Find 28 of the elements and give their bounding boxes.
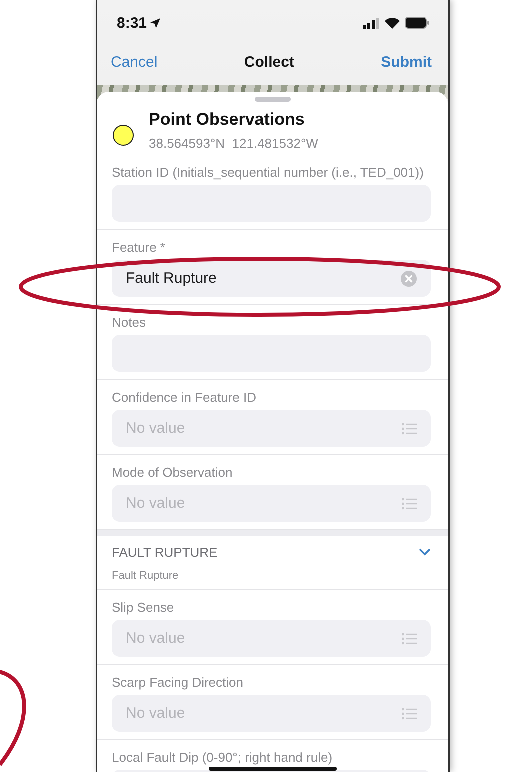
- layer-title: Point Observations: [149, 110, 306, 130]
- signal-icon: [363, 18, 380, 28]
- battery-icon: [405, 17, 430, 29]
- field-label: Notes: [112, 315, 146, 331]
- location-arrow-icon: [150, 18, 162, 28]
- field-label: Mode of Observation: [112, 465, 233, 481]
- clear-icon[interactable]: [401, 270, 417, 286]
- field-label: Local Fault Dip (0-90°; right hand rule): [112, 750, 333, 766]
- nav-title: Collect: [244, 54, 294, 71]
- submit-button[interactable]: Submit: [381, 54, 432, 71]
- list-icon: [402, 708, 417, 720]
- field-label: Feature *: [112, 240, 166, 256]
- section-title: FAULT RUPTURE: [112, 544, 218, 560]
- field-label: Scarp Facing Direction: [112, 675, 244, 691]
- cancel-button[interactable]: Cancel: [111, 54, 158, 71]
- section-subtitle: Fault Rupture: [112, 570, 180, 582]
- drag-handle[interactable]: [254, 97, 290, 102]
- section-header[interactable]: FAULT RUPTURE Fault Rupture: [97, 536, 448, 590]
- list-icon: [402, 632, 417, 644]
- field-label: Slip Sense: [112, 600, 174, 616]
- wifi-icon: [385, 18, 400, 28]
- status-time: 8:31: [117, 14, 148, 32]
- list-icon: [402, 422, 417, 434]
- coordinates: 38.564593°N 121.481532°W: [149, 136, 318, 151]
- text-field[interactable]: Fault Rupture: [112, 260, 431, 297]
- field-label: Confidence in Feature ID: [112, 390, 257, 406]
- field-label: Station ID (Initials_sequential number (i.e., TED_001)): [112, 165, 424, 181]
- list-icon: [402, 498, 417, 510]
